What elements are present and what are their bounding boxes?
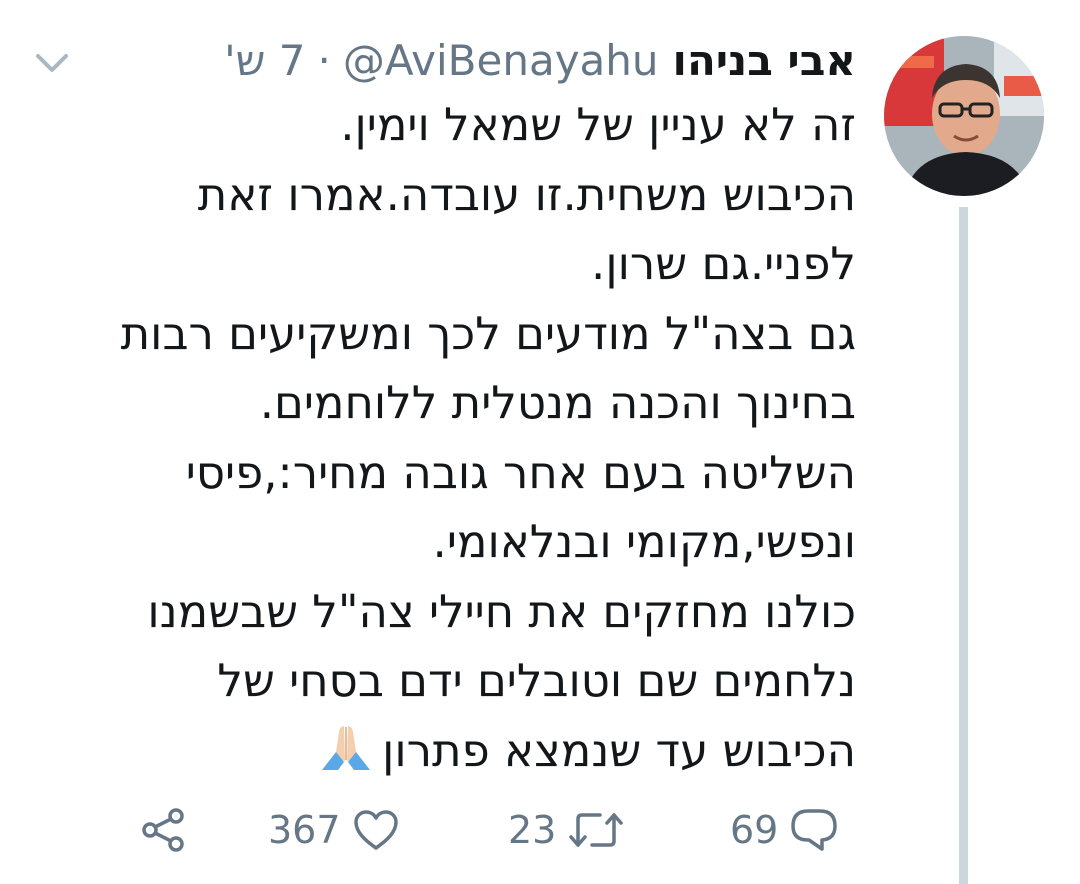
separator-dot: · [317,35,331,85]
avatar[interactable] [884,36,1044,196]
retweet-button[interactable]: 23 [508,800,624,860]
tweet-line: בחינוך והכנה מנטלית ללוחמים. [259,376,856,429]
reply-icon [791,809,838,851]
tweet-line: הכיבוש עד שנמצא פתרון [382,723,856,777]
like-count: 367 [268,808,341,852]
tweet-line: זה לא עניין של שמאל וימין. [340,98,856,151]
tweet-line: כולנו מחזקים את חיילי צה"ל שבשמנו [147,584,856,638]
thread-line [959,207,968,884]
like-button[interactable]: 367 [268,800,399,860]
reply-button[interactable]: 69 [730,800,838,860]
retweet-count: 23 [508,808,557,852]
tweet: 7 ש' · @AviBenayahu אבי בניהו זה לא עניי… [0,0,1080,884]
folded-hands-emoji [322,725,371,770]
user-handle[interactable]: @AviBenayahu [343,36,659,85]
tweet-line: הכיבוש משחית.זו עובדה.אמרו זאת [197,167,856,221]
tweet-time[interactable]: 7 ש' [224,36,305,85]
display-name[interactable]: אבי בניהו [673,36,856,85]
tweet-line: גם בצה"ל מודעים לכך ומשקיעים רבות [120,306,856,360]
tweet-line: נלחמים שם וטובלים ידם בסחי של [217,654,856,707]
share-button[interactable] [140,800,186,860]
like-icon [353,810,398,850]
tweet-line: לפניי.גם שרון. [591,237,856,290]
reply-count: 69 [730,808,779,852]
chevron-down-icon[interactable] [34,44,70,80]
tweet-actions: 367 23 69 [0,800,880,860]
share-icon [142,808,184,852]
tweet-line: ונפשי,מקומי ובנלאומי. [432,515,856,568]
tweet-text: זה לא עניין של שמאל וימין. הכיבוש משחית.… [16,90,856,785]
tweet-header: 7 ש' · @AviBenayahu אבי בניהו [150,30,856,90]
retweet-icon [569,813,624,847]
tweet-last-line: הכיבוש עד שנמצא פתרון [16,716,856,786]
tweet-line: השליטה בעם אחר גובה מחיר:,פיסי [185,445,856,499]
